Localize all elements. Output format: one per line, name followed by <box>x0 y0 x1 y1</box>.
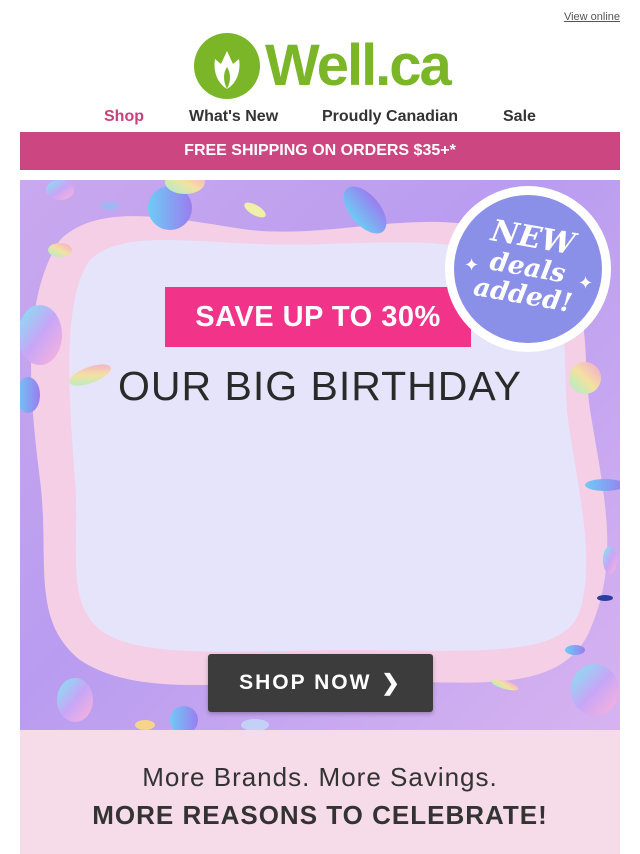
hero-title: OUR BIG BIRTHDAY <box>117 363 523 409</box>
shop-now-label: SHOP NOW <box>239 671 372 694</box>
chevron-right-icon: ❯ <box>381 670 402 695</box>
save-up-to-tag: SAVE UP TO 30% <box>165 287 471 347</box>
well-ca-logo[interactable]: Well.ca <box>193 30 453 102</box>
promo-subtitle: More Brands. More Savings. <box>142 762 498 792</box>
main-nav: Shop What's New Proudly Canadian Sale <box>0 108 640 128</box>
shop-now-button[interactable]: SHOP NOW ❯ <box>208 654 433 712</box>
free-shipping-banner[interactable]: FREE SHIPPING ON ORDERS $35+* <box>20 132 620 170</box>
new-deals-badge: ✦ ✦ NEW deals added! <box>445 186 611 352</box>
tulip-logo-icon <box>194 33 260 99</box>
logo-wordmark: Well.ca <box>265 33 452 98</box>
nav-item-shop[interactable]: Shop <box>104 108 144 126</box>
promo-section: More Brands. More Savings. MORE REASONS … <box>20 730 620 854</box>
view-online-link[interactable]: View online <box>564 11 620 23</box>
nav-item-whats-new[interactable]: What's New <box>189 108 278 126</box>
nav-item-sale[interactable]: Sale <box>503 108 536 126</box>
hero-banner[interactable]: SAVE UP TO 30% OUR BIG BIRTHDAY ✦ ✦ NEW … <box>20 180 620 730</box>
promo-headline: MORE REASONS TO CELEBRATE! <box>92 800 548 830</box>
nav-item-proudly-canadian[interactable]: Proudly Canadian <box>322 108 458 126</box>
